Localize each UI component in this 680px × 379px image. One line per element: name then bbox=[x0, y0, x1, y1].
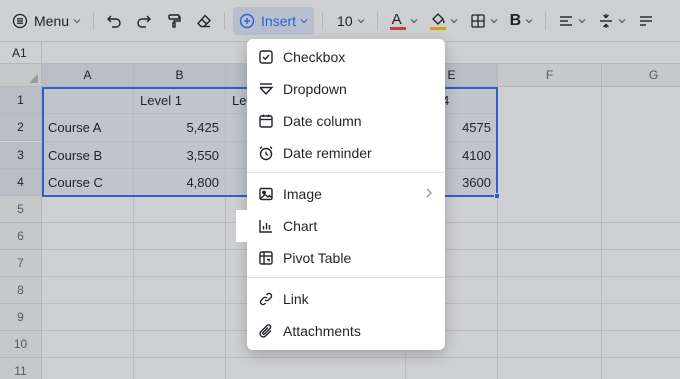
menu-item-dropdown[interactable]: Dropdown bbox=[247, 73, 445, 105]
menu-divider bbox=[247, 277, 445, 278]
menu-divider bbox=[247, 172, 445, 173]
menu-item-label: Pivot Table bbox=[283, 250, 352, 266]
menu-item-label: Chart bbox=[283, 218, 318, 234]
menu-item-image[interactable]: Image bbox=[247, 178, 445, 210]
menu-item-link[interactable]: Link bbox=[247, 283, 445, 315]
dropdown-icon bbox=[258, 81, 274, 97]
menu-item-label: Date column bbox=[283, 113, 362, 129]
menu-item-chart[interactable]: Chart bbox=[236, 210, 442, 242]
calendar-icon bbox=[258, 113, 274, 129]
pivot-table-icon bbox=[258, 250, 274, 266]
checkbox-icon bbox=[258, 49, 274, 65]
bar-chart-icon bbox=[258, 218, 274, 234]
menu-item-label: Date reminder bbox=[283, 145, 372, 161]
image-icon bbox=[258, 186, 274, 202]
menu-item-label: Attachments bbox=[283, 323, 361, 339]
paperclip-icon bbox=[258, 323, 274, 339]
menu-item-label: Dropdown bbox=[283, 81, 347, 97]
alarm-clock-icon bbox=[258, 145, 274, 161]
menu-item-label: Link bbox=[283, 291, 309, 307]
chevron-right-icon bbox=[425, 187, 433, 202]
menu-item-pivot-table[interactable]: Pivot Table bbox=[247, 242, 445, 274]
menu-item-label: Checkbox bbox=[283, 49, 346, 65]
insert-dropdown-menu: Checkbox Dropdown Date column Date remin… bbox=[236, 39, 445, 350]
menu-item-checkbox[interactable]: Checkbox bbox=[247, 41, 445, 73]
menu-item-date-column[interactable]: Date column bbox=[247, 105, 445, 137]
menu-item-date-reminder[interactable]: Date reminder bbox=[247, 137, 445, 169]
menu-item-label: Image bbox=[283, 186, 322, 202]
menu-item-attachments[interactable]: Attachments bbox=[247, 315, 445, 347]
link-icon bbox=[258, 291, 274, 307]
